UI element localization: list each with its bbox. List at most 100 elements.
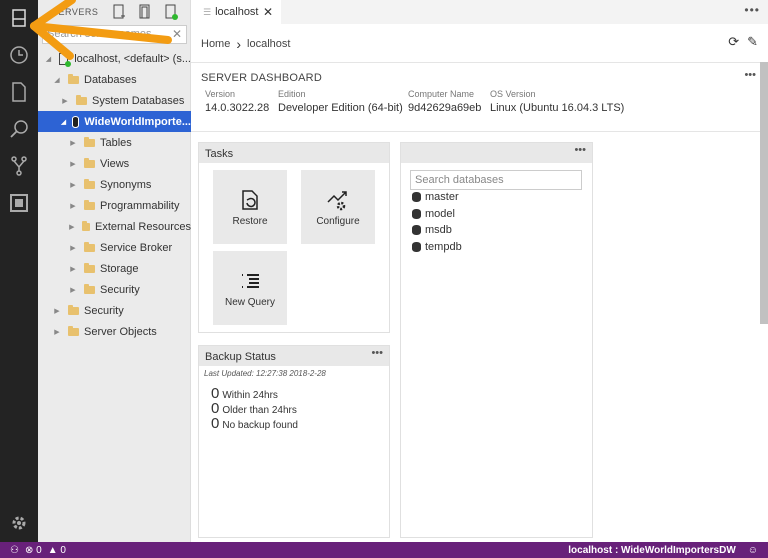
database-list-item[interactable]: master bbox=[412, 191, 459, 203]
extensions-icon[interactable] bbox=[0, 185, 38, 221]
dashboard-more-icon[interactable]: ••• bbox=[744, 69, 756, 81]
tree-node[interactable]: ▶ Tables bbox=[38, 132, 191, 153]
collapsed-arrow-icon[interactable]: ▶ bbox=[68, 265, 78, 273]
settings-gear-icon[interactable] bbox=[0, 505, 38, 541]
databases-more-icon[interactable]: ••• bbox=[574, 144, 586, 156]
smiley-feedback-icon[interactable]: ☺ bbox=[748, 545, 758, 556]
collapsed-arrow-icon[interactable]: ▶ bbox=[68, 286, 78, 294]
restore-button[interactable]: Restore bbox=[213, 170, 287, 244]
collapsed-arrow-icon[interactable]: ▶ bbox=[68, 223, 76, 231]
new-connection-icon[interactable] bbox=[112, 4, 126, 20]
tree-node[interactable]: ▶ Programmability bbox=[38, 195, 191, 216]
history-icon[interactable] bbox=[0, 37, 38, 73]
folder-icon bbox=[68, 73, 79, 84]
backup-status-widget: Backup Status ••• Last Updated: 12:27:38… bbox=[198, 345, 390, 538]
database-list-item[interactable]: msdb bbox=[412, 224, 452, 236]
tree-node-label: Synonyms bbox=[100, 178, 152, 191]
tab-localhost[interactable]: ☰ localhost ✕ bbox=[191, 0, 281, 24]
folder-icon bbox=[84, 241, 95, 252]
new-query-button[interactable]: New Query bbox=[213, 251, 287, 325]
tasks-widget: Tasks Restore Configure New Query bbox=[198, 142, 390, 333]
tree-node[interactable]: ▶ Security bbox=[38, 279, 191, 300]
tree-node[interactable]: ▶ External Resources bbox=[38, 216, 191, 237]
database-icon bbox=[412, 241, 421, 252]
tree-node-label: Security bbox=[100, 283, 140, 296]
configure-button[interactable]: Configure bbox=[301, 170, 375, 244]
clear-search-icon[interactable]: ✕ bbox=[172, 27, 182, 41]
server-dashboard-header: SERVER DASHBOARD ••• Version 14.0.3022.2… bbox=[191, 62, 760, 132]
tree-node[interactable]: ▶ Server Objects bbox=[38, 321, 191, 342]
errors-indicator[interactable]: ⊗ 0 bbox=[25, 545, 42, 556]
expanded-arrow-icon[interactable]: ◢ bbox=[44, 55, 53, 63]
edit-pencil-icon[interactable]: ✎ bbox=[747, 34, 758, 50]
prop-version: Version 14.0.3022.28 bbox=[205, 89, 270, 114]
tree-node[interactable]: ◢ Databases bbox=[38, 69, 191, 90]
tree-node[interactable]: ▶ Security bbox=[38, 300, 191, 321]
tree-node-label: External Resources bbox=[95, 220, 191, 233]
new-server-group-icon[interactable] bbox=[138, 4, 152, 20]
close-tab-icon[interactable]: ✕ bbox=[263, 5, 273, 19]
breadcrumb-home[interactable]: Home bbox=[201, 38, 230, 50]
folder-icon bbox=[84, 157, 95, 168]
tree-node[interactable]: ▶ Service Broker bbox=[38, 237, 191, 258]
tree-node-label: System Databases bbox=[92, 94, 185, 107]
tree-node[interactable]: ◢ WideWorldImporte... bbox=[38, 111, 191, 132]
tree-node[interactable]: ▶ Views bbox=[38, 153, 191, 174]
collapsed-arrow-icon[interactable]: ▶ bbox=[60, 97, 70, 105]
expanded-arrow-icon[interactable]: ◢ bbox=[52, 76, 62, 84]
tree-node[interactable]: ◢ localhost, <default> (s... bbox=[38, 48, 191, 69]
vertical-scrollbar[interactable] bbox=[760, 62, 768, 324]
collapsed-arrow-icon[interactable]: ▶ bbox=[52, 328, 62, 336]
restore-icon bbox=[242, 189, 258, 210]
status-bar: ⚇ ⊗ 0 ▲ 0 localhost : WideWorldImporters… bbox=[0, 542, 768, 558]
tree-node-label: Views bbox=[100, 157, 130, 170]
tree-node-label: WideWorldImporte... bbox=[84, 115, 191, 128]
tree-node-label: Databases bbox=[84, 73, 137, 86]
expanded-arrow-icon[interactable]: ◢ bbox=[60, 118, 67, 126]
collapsed-arrow-icon[interactable]: ▶ bbox=[68, 202, 78, 210]
feedback-person-icon[interactable]: ⚇ bbox=[10, 545, 19, 556]
collapsed-arrow-icon[interactable]: ▶ bbox=[52, 307, 62, 315]
tree-node-label: Programmability bbox=[100, 199, 180, 212]
last-updated: Last Updated: 12:27:38 2018-2-28 bbox=[204, 369, 326, 378]
database-list-item[interactable]: tempdb bbox=[412, 241, 462, 253]
database-search-input[interactable]: Search databases bbox=[410, 170, 582, 190]
server-search-input[interactable]: Search server names ✕ bbox=[42, 25, 187, 44]
databases-widget: ••• Search databases master model msdb temp… bbox=[400, 142, 593, 538]
more-actions-icon[interactable]: ••• bbox=[744, 3, 760, 17]
refresh-icon[interactable]: ⟳ bbox=[728, 34, 739, 50]
source-control-icon[interactable] bbox=[0, 148, 38, 184]
breadcrumb-current[interactable]: localhost bbox=[247, 38, 290, 50]
server-icon bbox=[59, 52, 72, 67]
warnings-indicator[interactable]: ▲ 0 bbox=[48, 545, 66, 556]
collapsed-arrow-icon[interactable]: ▶ bbox=[68, 181, 78, 189]
database-icon bbox=[412, 192, 421, 202]
collapsed-arrow-icon[interactable]: ▶ bbox=[68, 139, 78, 147]
tasks-title: Tasks bbox=[199, 143, 389, 163]
prop-os-version: OS Version Linux (Ubuntu 16.04.3 LTS) bbox=[490, 89, 625, 114]
database-list-item[interactable]: model bbox=[412, 208, 455, 220]
folder-icon bbox=[84, 199, 95, 210]
configure-icon bbox=[327, 190, 347, 210]
folder-icon bbox=[68, 304, 79, 315]
object-explorer-tree: ◢ localhost, <default> (s... ◢ Databases ▶ Sy… bbox=[38, 48, 191, 342]
backup-more-icon[interactable]: ••• bbox=[371, 347, 383, 359]
tree-node[interactable]: ▶ Storage bbox=[38, 258, 191, 279]
servers-sidebar: SERVERS Search server names ✕ ◢ localhost… bbox=[38, 0, 191, 542]
search-icon[interactable] bbox=[0, 111, 38, 147]
connection-status[interactable]: localhost : WideWorldImportersDW bbox=[568, 545, 736, 556]
collapsed-arrow-icon[interactable]: ▶ bbox=[68, 160, 78, 168]
tree-node[interactable]: ▶ Synonyms bbox=[38, 174, 191, 195]
servers-icon[interactable] bbox=[0, 0, 38, 36]
folder-icon bbox=[76, 94, 87, 105]
active-connections-icon[interactable] bbox=[164, 4, 178, 20]
dashboard-tab-icon: ☰ bbox=[203, 6, 212, 17]
collapsed-arrow-icon[interactable]: ▶ bbox=[68, 244, 78, 252]
folder-icon bbox=[84, 136, 95, 147]
tree-node-label: Service Broker bbox=[100, 241, 173, 254]
folder-icon bbox=[81, 220, 90, 231]
database-icon bbox=[412, 208, 421, 219]
tree-node[interactable]: ▶ System Databases bbox=[38, 90, 191, 111]
explorer-icon[interactable] bbox=[0, 74, 38, 110]
breadcrumb: Home › localhost bbox=[201, 36, 290, 52]
